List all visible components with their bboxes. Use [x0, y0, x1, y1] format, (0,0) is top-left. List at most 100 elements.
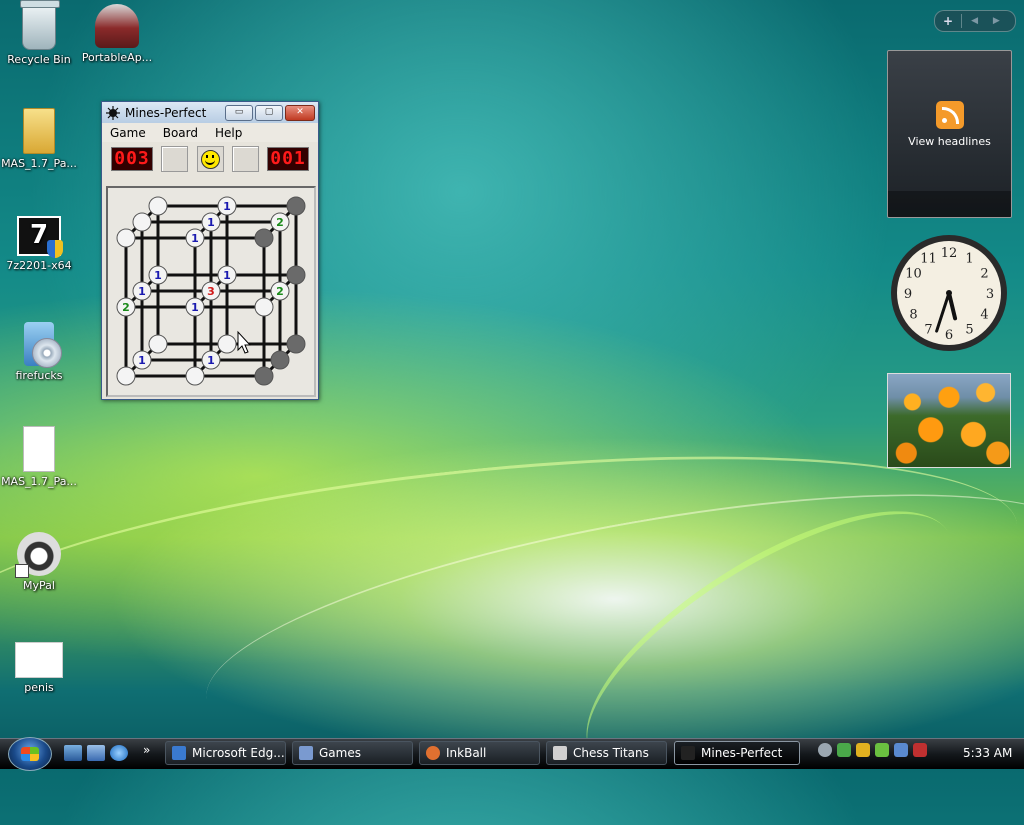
- window-titlebar[interactable]: Mines-Perfect ▭ ▢ ✕: [102, 102, 318, 123]
- system-tray: [818, 743, 927, 757]
- app-tray-icon[interactable]: [875, 743, 889, 757]
- clock-numeral: 3: [986, 287, 994, 302]
- shortcut-arrow-icon: [15, 564, 29, 578]
- desktop-icon-mypal[interactable]: MyPal: [0, 532, 78, 592]
- mines-perfect-window: Mines-Perfect ▭ ▢ ✕ Game Board Help 003 …: [101, 101, 319, 400]
- board-graph[interactable]: 11 11 21 3 21 112 1: [108, 188, 314, 395]
- clock-gadget[interactable]: 12 12 3 45678 9 1011: [889, 233, 1009, 353]
- hidden-cell[interactable]: [132, 212, 152, 232]
- cell-number: 1: [191, 232, 199, 245]
- document-icon: [23, 426, 55, 472]
- desktop-icon-mas-document[interactable]: MAS_1.7_Pa...: [0, 426, 78, 488]
- task-chess-titans[interactable]: Chess Titans: [546, 741, 667, 765]
- cell-number: 2: [276, 285, 284, 298]
- number-cell[interactable]: 2: [116, 297, 136, 317]
- flagged-cell[interactable]: [254, 228, 274, 248]
- number-cell[interactable]: 1: [201, 350, 221, 370]
- games-icon: [299, 746, 313, 760]
- task-mines-perfect[interactable]: Mines-Perfect: [674, 741, 800, 765]
- number-cell[interactable]: 3: [201, 281, 221, 301]
- security-shield-icon[interactable]: [856, 743, 870, 757]
- network-icon[interactable]: [894, 743, 908, 757]
- update-icon[interactable]: [837, 743, 851, 757]
- number-cell[interactable]: 2: [270, 212, 290, 232]
- desktop-icon-mas-folder[interactable]: MAS_1.7_Pa...: [0, 108, 78, 170]
- inkball-icon: [426, 746, 440, 760]
- feed-label: View headlines: [908, 135, 991, 148]
- cell-number: 1: [223, 269, 231, 282]
- menu-help[interactable]: Help: [215, 126, 242, 140]
- window-title: Mines-Perfect: [125, 105, 207, 120]
- game-board[interactable]: 1111213211121: [106, 186, 316, 397]
- desktop-icon-label: MAS_1.7_Pa...: [1, 475, 77, 488]
- number-cell[interactable]: 1: [132, 350, 152, 370]
- chess-icon: [553, 746, 567, 760]
- show-desktop-icon[interactable]: [64, 745, 82, 761]
- hidden-cell[interactable]: [148, 334, 168, 354]
- cell-number: 2: [276, 216, 284, 229]
- menu-bar: Game Board Help: [102, 123, 318, 142]
- menu-game[interactable]: Game: [110, 126, 146, 140]
- number-cell[interactable]: 1: [185, 228, 205, 248]
- desktop-icon-portableapps[interactable]: PortableAp...: [78, 4, 156, 64]
- slideshow-gadget[interactable]: [887, 373, 1011, 468]
- desktop-icon-label: PortableAp...: [81, 51, 153, 64]
- add-gadget-button[interactable]: +: [935, 14, 962, 28]
- number-cell[interactable]: [254, 297, 274, 317]
- switch-windows-icon[interactable]: [87, 745, 105, 761]
- task-inkball[interactable]: InkBall: [419, 741, 540, 765]
- cell-number: 2: [122, 301, 130, 314]
- minimize-button[interactable]: ▭: [225, 104, 253, 121]
- desktop-icon-label: firefucks: [15, 369, 63, 382]
- quicklaunch-chevron-icon[interactable]: »: [143, 743, 150, 757]
- flagged-cell[interactable]: [286, 334, 306, 354]
- number-cell[interactable]: 1: [148, 265, 168, 285]
- steam-icon[interactable]: [818, 743, 832, 757]
- volume-muted-icon[interactable]: [913, 743, 927, 757]
- number-cell[interactable]: 2: [270, 281, 290, 301]
- cell-number: 3: [207, 285, 215, 298]
- text-file-icon: [15, 642, 63, 678]
- taskbar: » Microsoft Edg... Games InkBall Chess T…: [0, 737, 1024, 771]
- flagged-cell[interactable]: [286, 265, 306, 285]
- clock-numeral: 9: [904, 287, 912, 302]
- flagged-cell[interactable]: [286, 196, 306, 216]
- clock-numeral: 8: [909, 308, 917, 323]
- close-button[interactable]: ✕: [285, 104, 315, 121]
- task-microsoft-edge[interactable]: Microsoft Edg...: [165, 741, 286, 765]
- number-cell[interactable]: [185, 366, 205, 386]
- desktop-icon-recycle-bin[interactable]: Recycle Bin: [0, 0, 78, 66]
- number-cell[interactable]: 1: [201, 212, 221, 232]
- uac-shield-icon: [47, 240, 63, 258]
- task-games[interactable]: Games: [292, 741, 413, 765]
- feed-headlines-gadget[interactable]: View headlines: [887, 50, 1012, 218]
- mine-icon: [106, 105, 120, 120]
- clock-time[interactable]: 5:33 AM: [963, 746, 1012, 760]
- desktop-icon-label: Recycle Bin: [7, 53, 71, 66]
- hidden-cell[interactable]: [217, 334, 237, 354]
- clock-numeral: 7: [924, 323, 932, 338]
- desktop-icon-firefucks[interactable]: firefucks: [0, 322, 78, 382]
- new-game-button[interactable]: [196, 146, 224, 172]
- desktop-icon-penis[interactable]: penis: [0, 642, 78, 694]
- clock-numeral: 11: [920, 251, 937, 266]
- desktop-icon-label: 7z2201-x64: [6, 259, 72, 272]
- number-cell[interactable]: 1: [185, 297, 205, 317]
- gadget-nav-arrows[interactable]: ◀ ▶: [962, 16, 1015, 26]
- number-cell[interactable]: 1: [217, 265, 237, 285]
- cell-number: 1: [207, 354, 215, 367]
- start-button[interactable]: [8, 737, 52, 771]
- internet-explorer-icon[interactable]: [110, 745, 128, 761]
- folder-icon: [23, 108, 55, 154]
- maximize-button[interactable]: ▢: [255, 104, 283, 121]
- number-cell[interactable]: 1: [217, 196, 237, 216]
- menu-board[interactable]: Board: [163, 126, 198, 140]
- flagged-cell[interactable]: [270, 350, 290, 370]
- hidden-cell[interactable]: [148, 196, 168, 216]
- hidden-cell[interactable]: [116, 228, 136, 248]
- desktop-icon-7zip[interactable]: 7 7z2201-x64: [0, 216, 78, 272]
- number-cell[interactable]: 1: [132, 281, 152, 301]
- desktop-icon-label: penis: [24, 681, 54, 694]
- flagged-cell[interactable]: [254, 366, 274, 386]
- hidden-cell[interactable]: [116, 366, 136, 386]
